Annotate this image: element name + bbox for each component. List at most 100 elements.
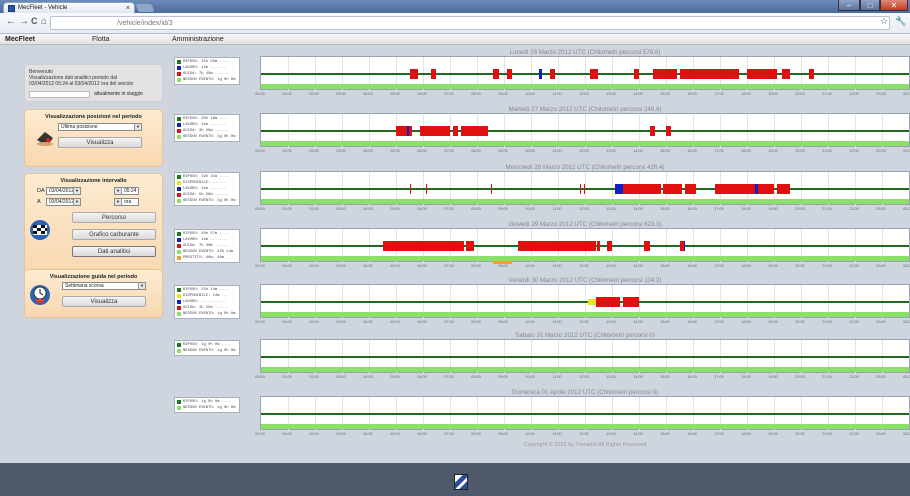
hour-tick-label: 09:00 (498, 320, 508, 324)
hour-tick-label: 00:00 (255, 92, 265, 96)
hour-tick-label: 16:00 (687, 264, 697, 268)
from-time-select[interactable]: ▼ 05:24 (114, 187, 139, 195)
tab-close-icon[interactable]: × (126, 5, 130, 12)
hour-tick-label: 10:00 (525, 264, 535, 268)
activity-segment (614, 184, 623, 194)
hour-tick-label: 13:00 (606, 264, 616, 268)
legend-text: NESSUN EVENTO: 1g 0h 0m (183, 312, 236, 316)
home-icon[interactable]: ⌂ (41, 16, 47, 27)
route-button[interactable]: Percorso (72, 212, 156, 223)
hour-tick-label: 02:00 (309, 149, 319, 153)
hour-tick-label: 00:00 (903, 149, 910, 153)
day-title: Sabato 31 Marzo 2012 UTC (Chilometri per… (515, 332, 655, 339)
hour-tick-label: 18:00 (741, 92, 751, 96)
address-bar[interactable]: /vehicle/index/id/3 (50, 16, 890, 30)
hour-tick-label: 03:00 (336, 149, 346, 153)
back-icon[interactable]: ← (6, 16, 16, 27)
positions-select-value: Ultima posizione (61, 124, 98, 130)
welcome-box: Benvenuto Visualizzazione dati analitici… (24, 64, 163, 102)
analytic-data-button[interactable]: Dati analitici (72, 246, 156, 257)
to-date-select[interactable]: 03/04/2012 ▼ (46, 198, 81, 206)
activity-segment (549, 69, 556, 79)
vehicle-position-icon (35, 126, 55, 148)
hour-tick-label: 23:00 (876, 375, 886, 379)
hour-tick-label: 09:00 (498, 207, 508, 211)
hour-tick-label: 00:00 (255, 320, 265, 324)
hour-tick-label: 08:00 (471, 432, 481, 436)
maximize-button[interactable]: □ (860, 0, 880, 11)
hour-tick-label: 18:00 (741, 149, 751, 153)
hour-tick-label: 01:00 (282, 320, 292, 324)
hour-tick-label: 16:00 (687, 149, 697, 153)
hour-tick-label: 19:00 (768, 207, 778, 211)
hour-tick-label: 12:00 (579, 320, 589, 324)
positions-period-select[interactable]: Ultima posizione ▼ (58, 123, 142, 131)
activity-segment (409, 184, 411, 194)
hour-tick-label: 22:00 (849, 149, 859, 153)
hour-tick-label: 00:00 (903, 92, 910, 96)
hour-tick-label: 00:00 (903, 264, 910, 268)
legend-swatch (177, 306, 181, 310)
hour-tick-label: 01:00 (282, 149, 292, 153)
to-time-select[interactable]: ▼ ora (114, 198, 139, 206)
hour-tick-label: 17:00 (714, 149, 724, 153)
hour-tick-label: 18:00 (741, 207, 751, 211)
legend-swatch (177, 175, 181, 179)
hour-tick-label: 05:00 (390, 375, 400, 379)
hour-axis: 00:00 01:00 02:00 03:00 04:00 05:00 06:00 07:00… (255, 320, 910, 326)
legend-swatch (177, 66, 181, 70)
legend-swatch (177, 238, 181, 242)
copyright-text: Copyright © 2012 by Trenad.it All Rights… (523, 442, 647, 448)
hour-tick-label: 18:00 (741, 264, 751, 268)
no-event-bar (261, 199, 909, 204)
legend-swatch (177, 288, 181, 292)
activity-segment (652, 69, 677, 79)
driving-period-select[interactable]: Settimana scorsa ▼ (62, 282, 146, 290)
menu-flotta[interactable]: Flotta (92, 34, 110, 45)
driving-view-button[interactable]: Visualizza (62, 296, 146, 307)
activity-segment (420, 126, 450, 136)
legend-swatch (177, 123, 181, 127)
brand-logo[interactable]: MecFleet (5, 34, 35, 45)
reload-icon[interactable]: C (31, 16, 38, 26)
activity-segment (809, 69, 815, 79)
rest-baseline (261, 130, 909, 132)
close-window-button[interactable]: ✕ (880, 0, 908, 11)
hour-tick-label: 14:00 (633, 207, 643, 211)
legend-entry: NESSUN EVENTO: 1g 0h 0m (177, 198, 237, 204)
hour-tick-label: 06:00 (417, 432, 427, 436)
hour-tick-label: 21:00 (822, 207, 832, 211)
from-date-select[interactable]: 03/04/2012 ▼ (46, 187, 81, 195)
hour-tick-label: 10:00 (525, 320, 535, 324)
activity-segment (622, 184, 661, 194)
hour-tick-label: 11:00 (552, 207, 562, 211)
hour-tick-label: 22:00 (849, 320, 859, 324)
minimize-button[interactable]: – (838, 0, 860, 11)
hour-tick-label: 19:00 (768, 320, 778, 324)
legend-entry: PRESTITO: 46m, 46m (177, 255, 237, 261)
hour-tick-label: 22:00 (849, 92, 859, 96)
legend-swatch (177, 117, 181, 121)
legend-text: NESSUN EVENTO: 1g 0h 0m (183, 199, 236, 203)
welcome-text: Benvenuto Visualizzazione dati analitici… (29, 69, 158, 87)
wrench-icon[interactable]: 🔧 (895, 16, 906, 27)
hour-tick-label: 13:00 (606, 92, 616, 96)
legend-swatch (177, 181, 181, 185)
browser-tab[interactable]: MecFleet - Vehicle × (3, 2, 135, 13)
activity-segment (452, 126, 459, 136)
hour-tick-label: 23:00 (876, 264, 886, 268)
activity-segment (649, 126, 656, 136)
hour-tick-label: 00:00 (903, 320, 910, 324)
new-tab-button[interactable] (135, 4, 155, 12)
positions-view-button[interactable]: Visualizza (58, 137, 142, 148)
hour-tick-label: 23:00 (876, 92, 886, 96)
forward-icon[interactable]: → (19, 16, 29, 27)
hour-tick-label: 14:00 (633, 92, 643, 96)
hour-tick-label: 12:00 (579, 149, 589, 153)
hour-tick-label: 00:00 (255, 432, 265, 436)
fuel-chart-button[interactable]: Grafico carburante (72, 229, 156, 240)
menu-amministrazione[interactable]: Amministrazione (172, 34, 224, 45)
day-timeline-chart (260, 56, 910, 91)
bookmark-star-icon[interactable]: ☆ (880, 16, 888, 27)
hour-tick-label: 16:00 (687, 207, 697, 211)
